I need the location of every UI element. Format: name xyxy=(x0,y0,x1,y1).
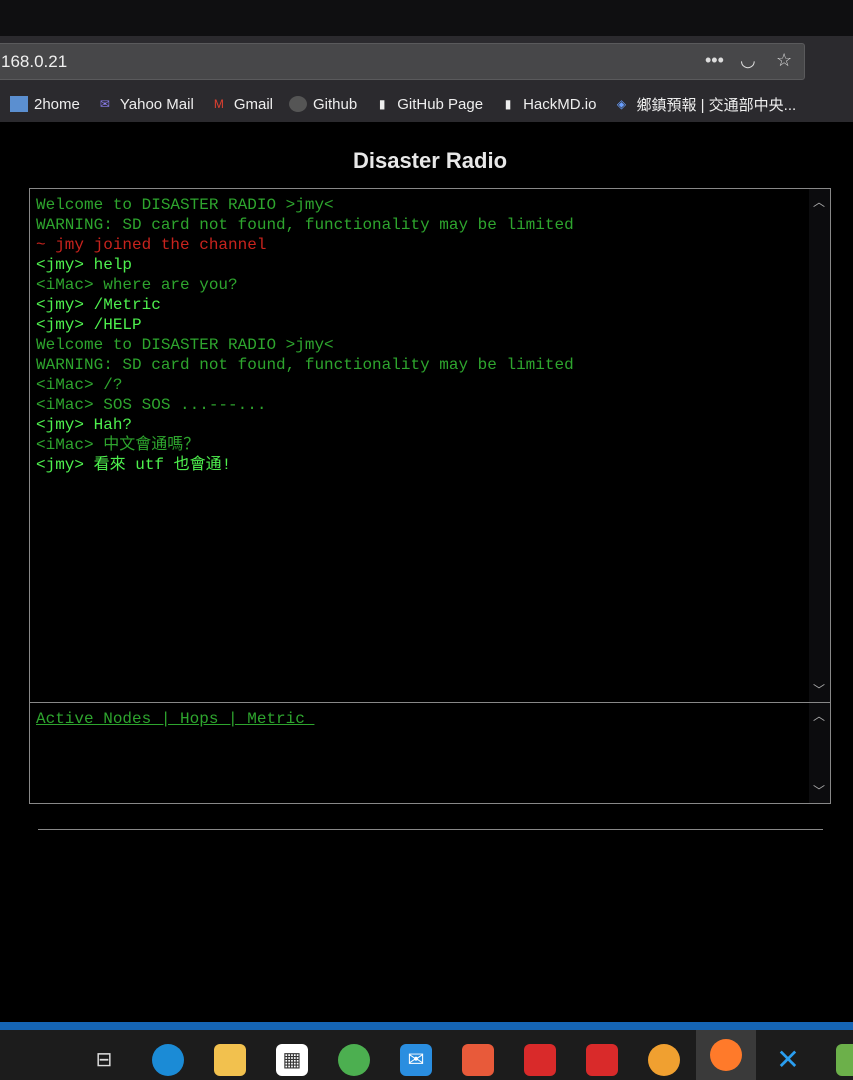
weather-icon: ◈ xyxy=(616,97,627,111)
app-icon[interactable] xyxy=(836,1044,853,1076)
chat-log[interactable]: Welcome to DISASTER RADIO >jmy< WARNING: … xyxy=(29,188,831,703)
store-icon[interactable]: ▦ xyxy=(276,1044,308,1076)
bookmark-label: GitHub Page xyxy=(397,95,484,113)
vscode-icon[interactable]: ✕ xyxy=(772,1044,804,1076)
bookmarks-bar: 2home ✉ Yahoo Mail M Gmail Github ▮ GitHub … xyxy=(0,86,853,122)
nodes-panel[interactable]: Active Nodes | Hops | Metric ︿ ﹀ xyxy=(29,702,831,804)
github-icon xyxy=(288,96,307,112)
chat-message: ~ jmy joined the channel xyxy=(36,236,267,254)
mail-icon: ✉ xyxy=(99,97,110,111)
bookmark-2home[interactable]: 2home xyxy=(10,96,80,113)
firefox-icon xyxy=(710,1039,742,1071)
scrollbar[interactable]: ︿ ﹀ xyxy=(809,189,830,702)
edge-icon[interactable] xyxy=(152,1044,184,1076)
bookmark-label: Yahoo Mail xyxy=(119,95,194,113)
chat-message: <iMac> /? xyxy=(36,376,123,394)
chrome-icon[interactable] xyxy=(338,1044,370,1076)
bookmark-github-page[interactable]: ▮ GitHub Page xyxy=(373,96,483,113)
vpn-icon[interactable] xyxy=(648,1044,680,1076)
bookmark-label: HackMD.io xyxy=(523,95,597,113)
chevron-down-icon[interactable]: ﹀ xyxy=(813,681,825,698)
chat-message: <jmy> Hah? xyxy=(36,416,133,434)
scrollbar[interactable]: ︿ ﹀ xyxy=(809,703,830,803)
chat-message: <jmy> /Metric xyxy=(36,296,161,314)
bookmark-label: 2home xyxy=(34,95,80,113)
document-icon: ▮ xyxy=(378,97,386,111)
bookmark-weather[interactable]: ◈ 鄉鎮預報 | 交通部中央... xyxy=(612,94,796,115)
2home-icon xyxy=(10,96,28,112)
bookmark-yahoo-mail[interactable]: ✉ Yahoo Mail xyxy=(96,96,194,113)
chat-message: <iMac> SOS SOS ...---... xyxy=(36,396,267,414)
bookmark-label: Gmail xyxy=(233,95,273,113)
task-view-icon[interactable]: ⊟ xyxy=(88,1044,120,1076)
powerpoint-icon[interactable] xyxy=(462,1044,494,1076)
chevron-up-icon[interactable]: ︿ xyxy=(813,707,825,724)
chat-message: Welcome to DISASTER RADIO >jmy< xyxy=(36,336,334,354)
nodes-header-link[interactable]: Active Nodes | Hops | Metric xyxy=(36,710,314,728)
star-icon[interactable]: ☆ xyxy=(776,50,792,71)
page-title: Disaster Radio xyxy=(352,148,508,173)
bookmark-gmail[interactable]: M Gmail xyxy=(210,96,273,113)
tab-strip xyxy=(0,0,853,36)
gmail-icon: M xyxy=(213,97,224,111)
chat-message: <iMac> where are you? xyxy=(36,276,238,294)
chat-message: <jmy> 看來 utf 也會通! xyxy=(36,456,232,474)
bookmark-label: Github xyxy=(312,95,358,113)
chevron-down-icon[interactable]: ﹀ xyxy=(813,782,825,799)
pocket-icon[interactable]: ◡ xyxy=(740,50,756,71)
chat-message: <jmy> /HELP xyxy=(36,316,142,334)
mail-icon[interactable]: ✉ xyxy=(400,1044,432,1076)
firefox-active[interactable] xyxy=(696,1030,756,1080)
chevron-up-icon[interactable]: ︿ xyxy=(813,193,825,210)
chat-message: WARNING: SD card not found, functionalit… xyxy=(36,216,574,234)
taskbar: ⊟ ▦ ✉ ✕ xyxy=(0,1022,853,1080)
file-explorer-icon[interactable] xyxy=(214,1044,246,1076)
document-icon: ▮ xyxy=(504,97,512,111)
app-icon[interactable] xyxy=(586,1044,618,1076)
bookmark-hackmd[interactable]: ▮ HackMD.io xyxy=(499,95,597,113)
more-icon[interactable]: ••• xyxy=(705,50,724,71)
divider xyxy=(38,829,823,830)
app-icon[interactable] xyxy=(524,1044,556,1076)
chat-message: WARNING: SD card not found, functionalit… xyxy=(36,356,574,374)
bookmark-label: 鄉鎮預報 | 交通部中央... xyxy=(636,96,797,114)
chat-message: Welcome to DISASTER RADIO >jmy< xyxy=(36,196,334,214)
url-bar[interactable]: 168.0.21 xyxy=(0,43,805,80)
chat-message: <iMac> 中文會通嗎？ xyxy=(36,436,200,454)
chat-message: <jmy> help xyxy=(36,256,133,274)
bookmark-github[interactable]: Github xyxy=(288,95,358,113)
